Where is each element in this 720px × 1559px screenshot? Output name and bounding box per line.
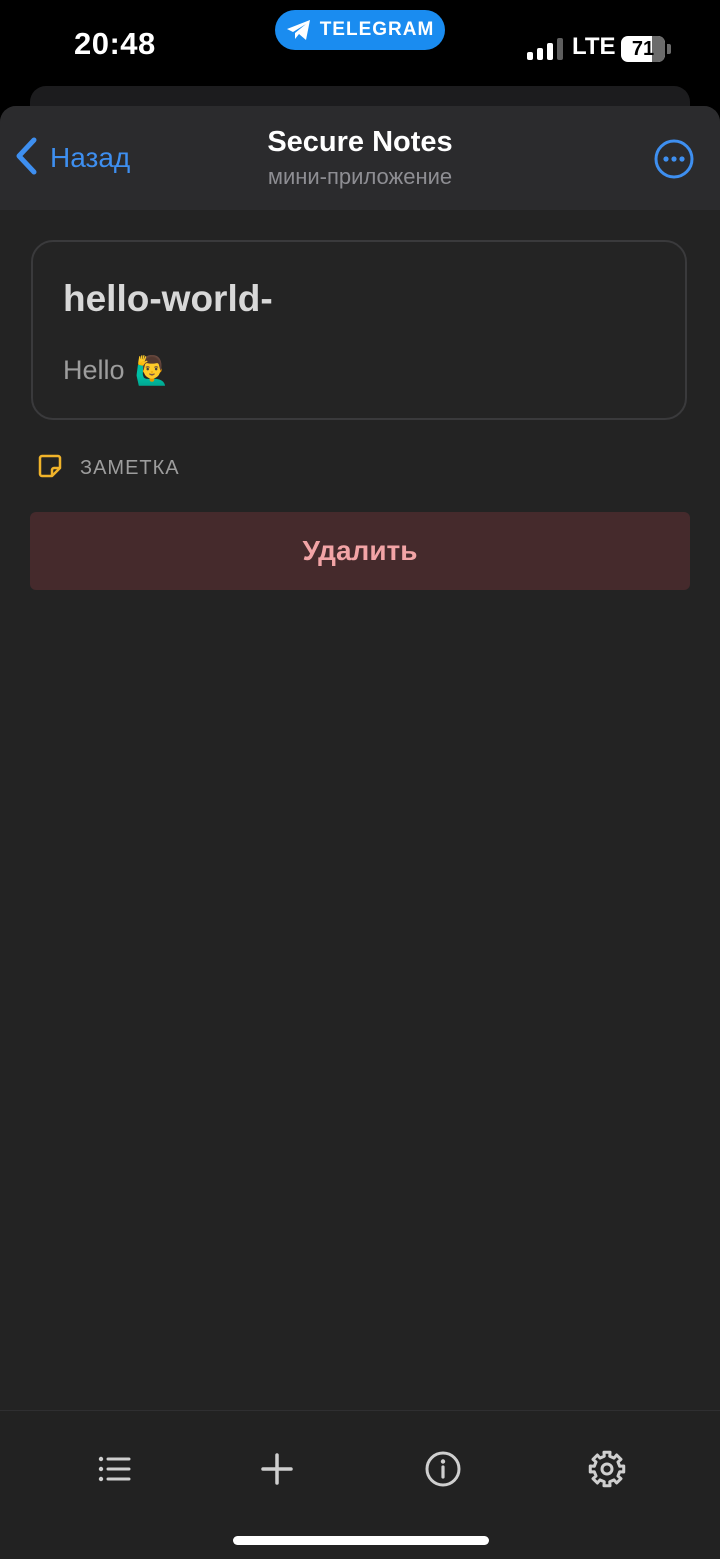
telegram-icon: [286, 19, 312, 41]
page-title: Secure Notes: [267, 126, 453, 158]
battery-icon: 71: [621, 36, 665, 62]
note-body[interactable]: Hello 🙋‍♂️: [63, 354, 169, 387]
tab-settings[interactable]: [585, 1447, 629, 1491]
gear-icon: [588, 1450, 626, 1488]
sticky-note-icon: [38, 454, 62, 483]
tab-add-note[interactable]: [255, 1447, 299, 1491]
delete-button[interactable]: Удалить: [30, 512, 690, 590]
note-card[interactable]: hello-world- Hello 🙋‍♂️: [31, 240, 687, 420]
note-title[interactable]: hello-world-: [63, 278, 273, 320]
plus-icon: [261, 1453, 293, 1485]
status-bar: 20:48 TELEGRAM LTE 71: [0, 0, 720, 92]
note-type-label: ЗАМЕТКА: [80, 457, 180, 479]
note-type: ЗАМЕТКА: [38, 454, 180, 483]
note-body-text: Hello: [63, 355, 125, 385]
page-subtitle: мини-приложение: [267, 164, 453, 189]
more-icon: [654, 139, 694, 179]
tab-info[interactable]: [421, 1447, 465, 1491]
network-type: LTE: [572, 33, 616, 60]
mini-app-sheet: Назад Secure Notes мини-приложение hello…: [0, 106, 720, 1559]
battery-tip: [667, 44, 671, 54]
app-header: Назад Secure Notes мини-приложение: [0, 106, 720, 210]
status-time: 20:48: [74, 26, 156, 61]
gear-outline: [588, 1450, 626, 1488]
more-button[interactable]: [654, 139, 694, 179]
telegram-pill[interactable]: TELEGRAM: [275, 10, 445, 50]
tab-notes-list[interactable]: [92, 1447, 136, 1491]
home-indicator[interactable]: [233, 1536, 489, 1545]
list-icon: [98, 1456, 131, 1482]
telegram-label: TELEGRAM: [319, 19, 435, 40]
info-icon: [425, 1451, 461, 1487]
raising-hand-emoji: 🙋‍♂️: [134, 355, 170, 386]
signal-strength-icon: [527, 38, 565, 60]
battery-level: 71: [631, 38, 655, 60]
